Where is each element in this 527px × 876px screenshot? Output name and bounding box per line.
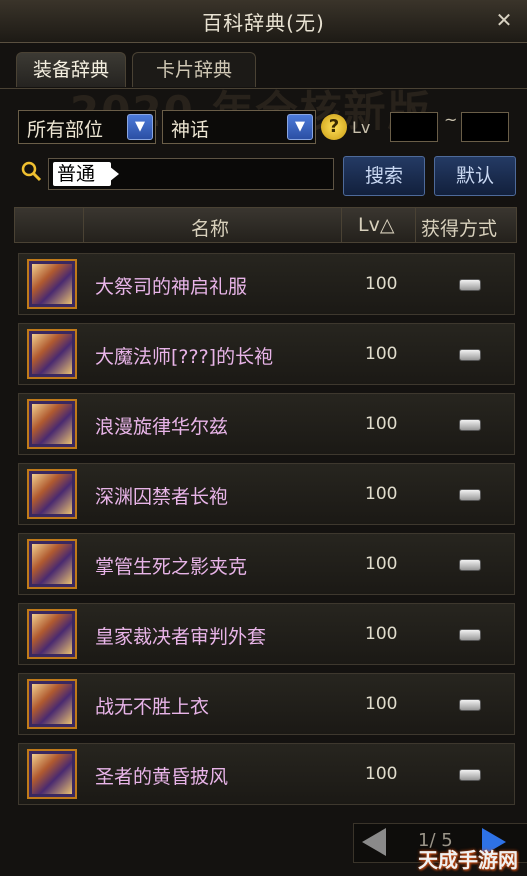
minus-icon: [459, 629, 481, 641]
rarity-select-value: 神话: [171, 119, 210, 141]
item-icon: [27, 539, 77, 589]
search-button[interactable]: 搜索: [343, 156, 425, 196]
table-row[interactable]: 深渊囚禁者长袍 100: [18, 463, 515, 525]
minus-icon: [459, 559, 481, 571]
item-name: 大魔法师[???]的长袍: [95, 346, 274, 368]
tab-equipment-dictionary[interactable]: 装备辞典: [16, 52, 126, 87]
header-name[interactable]: 名称: [191, 214, 229, 241]
close-icon[interactable]: ✕: [493, 9, 515, 31]
title-bar: 百科辞典(无) ✕: [0, 0, 527, 43]
grade-chip[interactable]: 普通: [53, 162, 120, 186]
level-range-separator: ~: [444, 110, 458, 129]
item-icon: [27, 259, 77, 309]
item-icon: [27, 609, 77, 659]
item-name: 掌管生死之影夹克: [95, 556, 248, 578]
table-row[interactable]: 圣者的黄昏披风 100: [18, 743, 515, 805]
minus-icon: [459, 419, 481, 431]
window-title: 百科辞典(无): [202, 11, 325, 35]
item-level: 100: [365, 274, 398, 294]
header-source[interactable]: 获得方式: [421, 214, 497, 241]
item-level: 100: [365, 764, 398, 784]
column-divider: [341, 208, 342, 242]
table-row[interactable]: 大祭司的神启礼服 100: [18, 253, 515, 315]
table-row[interactable]: 战无不胜上衣 100: [18, 673, 515, 735]
level-min-input[interactable]: [390, 112, 438, 142]
prev-page-icon[interactable]: [362, 828, 386, 856]
item-level: 100: [365, 694, 398, 714]
watermark: 天成手游网: [418, 848, 518, 872]
item-name: 大祭司的神启礼服: [95, 276, 248, 298]
chevron-down-icon[interactable]: ▼: [127, 114, 153, 140]
tab-card-dictionary[interactable]: 卡片辞典: [132, 52, 256, 87]
minus-icon: [459, 349, 481, 361]
level-label: Lv: [352, 118, 371, 137]
minus-icon: [459, 279, 481, 291]
tab-divider: [0, 88, 527, 89]
table-row[interactable]: 浪漫旋律华尔兹 100: [18, 393, 515, 455]
search-icon: [21, 161, 42, 182]
table-row[interactable]: 大魔法师[???]的长袍 100: [18, 323, 515, 385]
part-select-value: 所有部位: [27, 119, 104, 141]
level-max-input[interactable]: [461, 112, 509, 142]
column-divider: [415, 208, 416, 242]
item-icon: [27, 329, 77, 379]
item-icon: [27, 399, 77, 449]
item-level: 100: [365, 554, 398, 574]
item-icon: [27, 469, 77, 519]
help-icon[interactable]: ?: [321, 114, 347, 140]
item-name: 深渊囚禁者长袍: [95, 486, 229, 508]
part-select[interactable]: 所有部位 ▼: [18, 110, 156, 144]
header-level-sort[interactable]: Lv△: [358, 214, 394, 236]
item-name: 战无不胜上衣: [95, 696, 210, 718]
table-row[interactable]: 掌管生死之影夹克 100: [18, 533, 515, 595]
minus-icon: [459, 769, 481, 781]
item-name: 浪漫旋律华尔兹: [95, 416, 229, 438]
item-name: 圣者的黄昏披风: [95, 766, 229, 788]
item-level: 100: [365, 624, 398, 644]
minus-icon: [459, 489, 481, 501]
table-header: 名称 Lv△ 获得方式: [14, 207, 517, 243]
item-level: 100: [365, 344, 398, 364]
default-button[interactable]: 默认: [434, 156, 516, 196]
search-input[interactable]: 普通: [48, 158, 334, 190]
item-level: 100: [365, 484, 398, 504]
minus-icon: [459, 699, 481, 711]
table-row[interactable]: 皇家裁决者审判外套 100: [18, 603, 515, 665]
header-icon-column: [15, 208, 84, 242]
item-icon: [27, 679, 77, 729]
chevron-down-icon[interactable]: ▼: [287, 114, 313, 140]
item-icon: [27, 749, 77, 799]
item-level: 100: [365, 414, 398, 434]
item-name: 皇家裁决者审判外套: [95, 626, 267, 648]
rarity-select[interactable]: 神话 ▼: [162, 110, 316, 144]
